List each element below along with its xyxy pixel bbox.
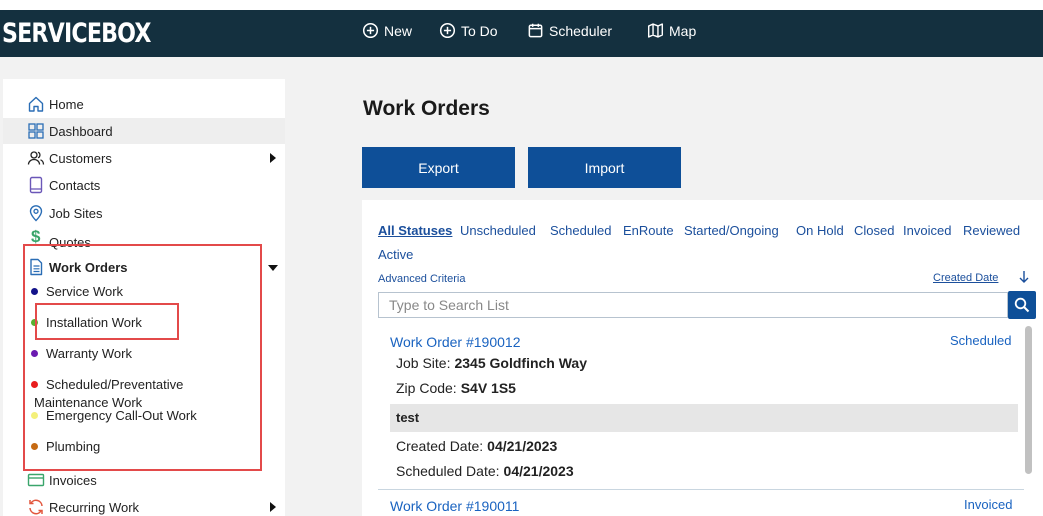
page-title: Work Orders <box>363 97 490 120</box>
nav-map-label: Map <box>669 22 697 39</box>
nav-new-label: New <box>384 22 413 39</box>
created-date-value: 04/21/2023 <box>487 438 558 454</box>
dashboard-icon <box>28 123 44 139</box>
sidebar-item-home[interactable]: Home <box>3 91 285 117</box>
dollar-icon: $ <box>31 227 41 246</box>
search-input[interactable] <box>378 292 1008 318</box>
sidebar-item-label: Recurring Work <box>49 499 140 515</box>
job-site-row: Job Site: 2345 Goldfinch Way <box>396 355 587 371</box>
status-filter-active[interactable]: Active <box>378 247 413 262</box>
job-site-value: 2345 Goldfinch Way <box>454 355 587 371</box>
sidebar-item-recurring-work[interactable]: Recurring Work <box>3 494 285 516</box>
refresh-icon <box>29 499 43 515</box>
nav-todo[interactable]: To Do <box>439 22 498 39</box>
export-button[interactable]: Export <box>362 147 515 188</box>
status-badge: Invoiced <box>964 497 1013 512</box>
scheduled-date-label: Scheduled Date: <box>396 463 500 479</box>
map-icon <box>647 23 664 38</box>
sidebar-item-job-sites[interactable]: Job Sites <box>3 200 285 226</box>
top-nav-bar: SERVICEBOX New To Do Scheduler Map <box>0 10 1043 57</box>
calendar-icon <box>528 23 543 38</box>
arrow-down-icon[interactable] <box>1018 270 1030 284</box>
sidebar-item-label: Customers <box>49 150 112 166</box>
users-icon <box>27 151 45 165</box>
sidebar-item-label: Contacts <box>49 177 101 193</box>
scheduled-date-row: Scheduled Date: 04/21/2023 <box>396 463 574 479</box>
nav-scheduler[interactable]: Scheduler <box>527 22 612 39</box>
status-filter-on-hold[interactable]: On Hold <box>796 223 844 238</box>
scheduled-date-value: 04/21/2023 <box>503 463 574 479</box>
sidebar-item-label: Job Sites <box>49 205 103 221</box>
status-filter-started[interactable]: Started/Ongoing <box>684 223 779 238</box>
sidebar-item-dashboard[interactable]: Dashboard <box>3 118 285 144</box>
status-filter-invoiced[interactable]: Invoiced <box>903 223 951 238</box>
highlight-box-work-orders <box>23 244 262 471</box>
work-order-title[interactable]: Work Order #190012 <box>390 334 520 350</box>
search-button[interactable] <box>1008 291 1036 319</box>
nav-map[interactable]: Map <box>647 22 696 39</box>
plus-circle-icon <box>362 22 379 39</box>
status-filter-reviewed[interactable]: Reviewed <box>963 223 1020 238</box>
created-date-label: Created Date: <box>396 438 484 454</box>
zip-code-label: Zip Code: <box>396 380 457 396</box>
work-order-title[interactable]: Work Order #190011 <box>390 498 519 514</box>
job-site-label: Job Site: <box>396 355 451 371</box>
home-icon <box>28 96 44 112</box>
location-pin-icon <box>29 205 43 222</box>
advanced-criteria-link[interactable]: Advanced Criteria <box>378 273 465 285</box>
chevron-down-icon[interactable] <box>268 265 278 271</box>
created-date-row: Created Date: 04/21/2023 <box>396 438 557 454</box>
chevron-right-icon[interactable] <box>270 502 276 512</box>
zip-code-row: Zip Code: S4V 1S5 <box>396 380 516 396</box>
nav-scheduler-label: Scheduler <box>549 22 613 39</box>
sidebar-item-label: Dashboard <box>49 123 113 139</box>
zip-code-value: S4V 1S5 <box>460 380 516 396</box>
sidebar-item-label: Invoices <box>49 472 97 488</box>
status-filter-scheduled[interactable]: Scheduled <box>550 223 611 238</box>
status-filter-unscheduled[interactable]: Unscheduled <box>460 223 536 238</box>
sort-created-date-link[interactable]: Created Date <box>933 272 998 284</box>
scrollbar-thumb[interactable] <box>1025 326 1032 474</box>
sidebar-item-contacts[interactable]: Contacts <box>3 172 285 198</box>
search-icon <box>1014 297 1030 313</box>
status-filter-all[interactable]: All Statuses <box>378 223 452 238</box>
nav-todo-label: To Do <box>461 22 498 39</box>
card-divider <box>378 489 1024 490</box>
nav-new[interactable]: New <box>362 22 412 39</box>
chevron-right-icon[interactable] <box>270 153 276 163</box>
status-filter-enroute[interactable]: EnRoute <box>623 223 674 238</box>
status-filter-closed[interactable]: Closed <box>854 223 894 238</box>
import-button[interactable]: Import <box>528 147 681 188</box>
sidebar-item-label: Home <box>49 96 84 112</box>
work-order-note: test <box>390 404 1018 432</box>
plus-circle-icon <box>439 22 456 39</box>
book-icon <box>29 176 43 194</box>
app-logo[interactable]: SERVICEBOX <box>2 18 151 49</box>
sidebar-item-customers[interactable]: Customers <box>3 145 285 171</box>
card-icon <box>27 473 45 487</box>
highlight-box-installation <box>35 303 179 340</box>
status-badge: Scheduled <box>950 333 1012 348</box>
window-top-strip <box>0 0 1043 10</box>
